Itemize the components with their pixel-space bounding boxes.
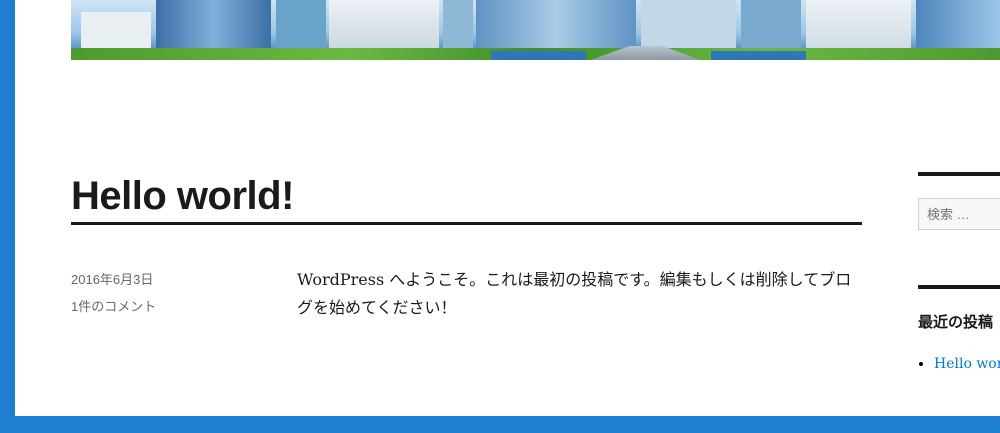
pool-shape <box>711 51 806 60</box>
building-shape <box>156 0 271 52</box>
sidebar: 最近の投稿 Hello world! <box>918 172 1000 372</box>
search-input[interactable] <box>918 198 1000 230</box>
post-content: WordPress へようこそ。これは最初の投稿です。編集もしくは削除してブログ… <box>297 270 852 317</box>
building-shape <box>329 0 439 52</box>
post-meta: 2016年6月3日 1件のコメント <box>71 270 271 317</box>
recent-posts-list: Hello world! <box>918 356 1000 372</box>
building-shape <box>916 0 1000 52</box>
building-shape <box>276 0 326 52</box>
widget-divider <box>918 285 1000 289</box>
building-shape <box>641 0 736 52</box>
header-image[interactable] <box>71 0 1000 60</box>
recent-posts-title: 最近の投稿 <box>918 314 994 331</box>
building-shape <box>443 0 473 52</box>
pool-shape <box>491 51 586 60</box>
page: Hello world! 2016年6月3日 1件のコメント WordPress… <box>15 0 1000 416</box>
post-comments-link[interactable]: 1件のコメント <box>71 297 271 317</box>
post-title[interactable]: Hello world! <box>71 172 862 225</box>
building-shape <box>81 12 151 52</box>
building-shape <box>741 0 801 52</box>
list-item: Hello world! <box>934 356 1000 372</box>
post-date-link[interactable]: 2016年6月3日 <box>71 270 271 290</box>
recent-post-link[interactable]: Hello world! <box>934 356 1000 372</box>
building-shape <box>476 0 636 52</box>
building-shape <box>806 0 911 52</box>
widget-divider <box>918 172 1000 176</box>
